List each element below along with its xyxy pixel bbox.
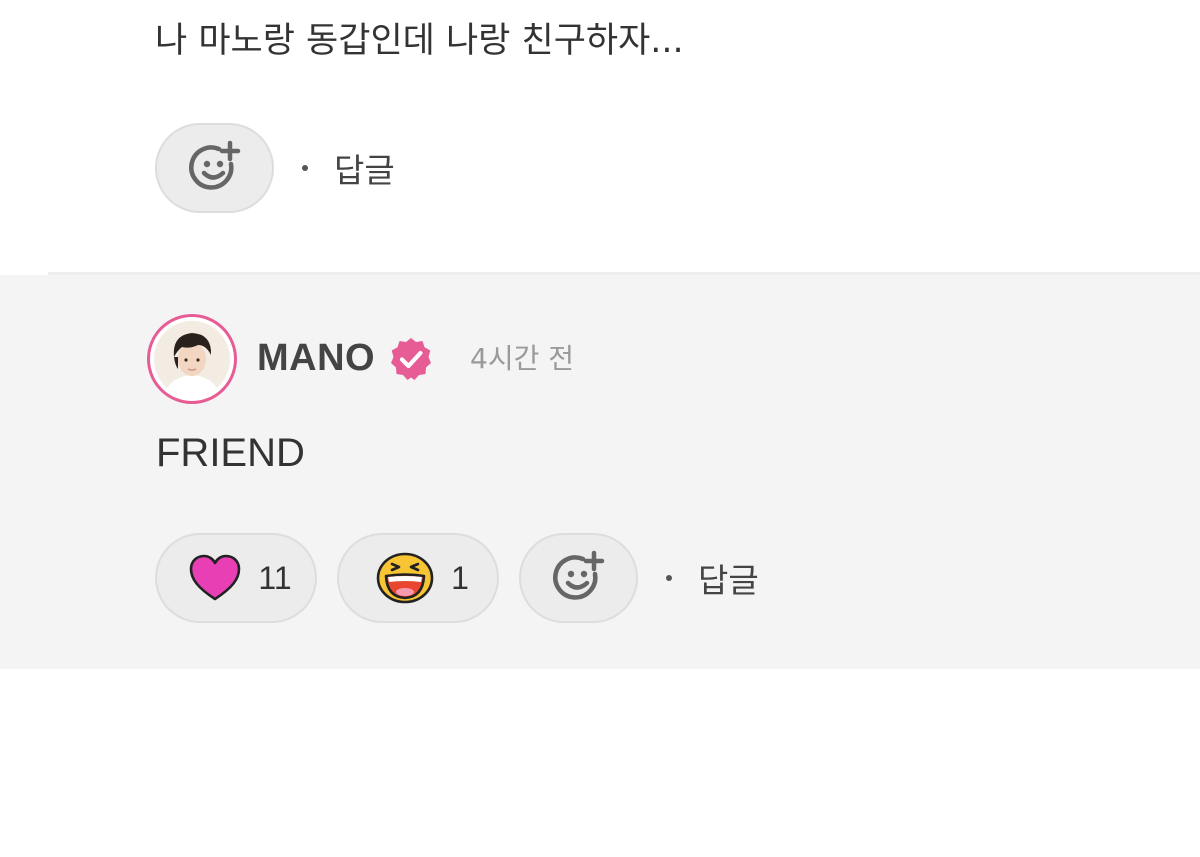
reply-link[interactable]: 답글 — [698, 554, 759, 602]
add-reaction-button[interactable] — [155, 123, 274, 213]
laughing-face-icon — [376, 552, 434, 604]
reaction-heart-button[interactable]: 11 — [155, 533, 317, 623]
author-name[interactable]: MANO — [257, 336, 375, 380]
add-reaction-icon — [552, 550, 604, 600]
avatar-image — [154, 321, 230, 397]
reply-text: FRIEND — [156, 431, 305, 475]
comment-reaction-row: 답글 — [155, 123, 395, 213]
comment-thread: 나 마노랑 동갑인데 나랑 친구하자... 답글 MANO 4시간 전 FRIE… — [0, 0, 1200, 857]
reaction-count: 1 — [451, 559, 469, 596]
heart-icon — [190, 554, 241, 601]
add-reaction-icon — [188, 140, 240, 190]
comment-text: 나 마노랑 동갑인데 나랑 친구하자... — [155, 21, 684, 61]
add-reaction-button[interactable] — [519, 533, 638, 623]
reaction-count: 11 — [258, 559, 292, 596]
reply-reaction-row: 11 1 답글 — [155, 533, 759, 623]
timestamp: 4시간 전 — [470, 342, 574, 375]
avatar[interactable] — [147, 314, 237, 404]
reply-link[interactable]: 답글 — [334, 144, 395, 192]
verified-badge-icon — [391, 338, 431, 380]
separator-dot — [302, 165, 308, 171]
separator-dot — [666, 575, 672, 581]
reaction-laugh-button[interactable]: 1 — [337, 533, 499, 623]
